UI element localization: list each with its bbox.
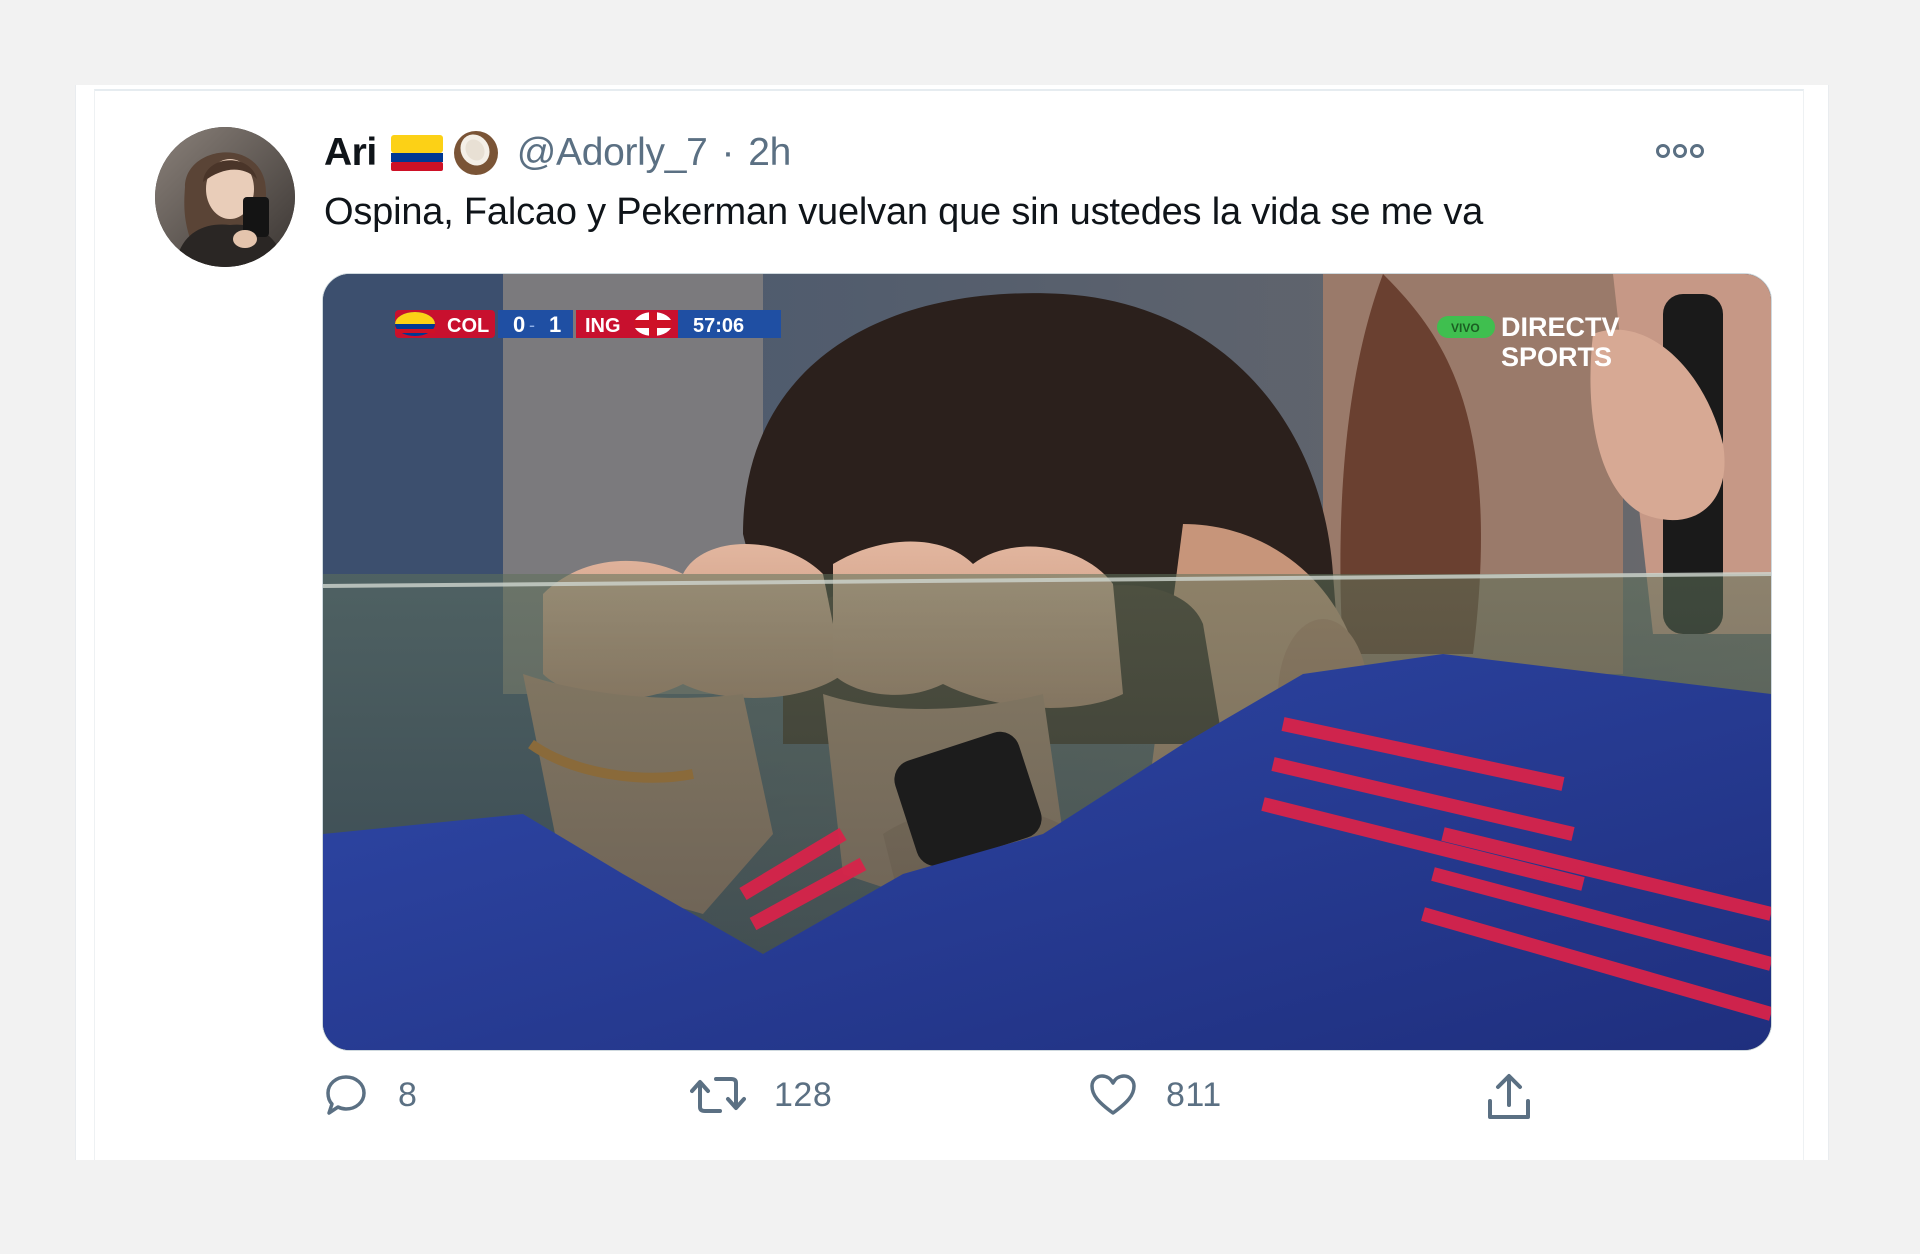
author-handle[interactable]: @Adorly_7 xyxy=(517,131,708,175)
home-team-label: COL xyxy=(447,315,489,337)
broadcaster-line2: SPORTS xyxy=(1501,342,1612,372)
like-count: 811 xyxy=(1166,1075,1222,1114)
retweet-icon xyxy=(690,1071,746,1119)
like-button[interactable]: 811 xyxy=(1088,1071,1222,1119)
tweet-text: Ospina, Falcao y Pekerman vuelvan que si… xyxy=(324,191,1484,233)
away-team-label: ING xyxy=(585,315,621,337)
share-icon xyxy=(1484,1071,1534,1123)
away-score: 1 xyxy=(549,312,561,337)
match-clock: 57:06 xyxy=(693,315,744,337)
more-options-icon[interactable] xyxy=(1655,139,1705,163)
scoreboard: COL 0 - 1 ING 57:06 xyxy=(395,310,781,338)
tweet-header: Ari @Adorly_7 · 2h xyxy=(324,127,791,179)
reply-count: 8 xyxy=(398,1075,418,1114)
tweet-actions: 8 128 811 xyxy=(322,1071,1770,1131)
author-name[interactable]: Ari xyxy=(324,131,377,175)
flag-colombia-icon xyxy=(390,135,443,171)
svg-text:-: - xyxy=(529,315,535,335)
home-score: 0 xyxy=(513,312,525,337)
scoreboard-flag-colombia-icon xyxy=(395,312,435,336)
scoreboard-flag-england-icon xyxy=(634,312,672,336)
tweet-media-image[interactable]: COL 0 - 1 ING 57:06 VIVO DIRECTV SPORTS xyxy=(322,273,1772,1051)
reply-button[interactable]: 8 xyxy=(322,1071,417,1119)
page-frame: Ari @Adorly_7 · 2h Ospina, Falcao y Peke… xyxy=(75,85,1829,1160)
separator-dot: · xyxy=(721,131,735,174)
tweet-time[interactable]: 2h xyxy=(748,131,791,175)
coconut-icon xyxy=(451,128,501,178)
broadcaster-line1: DIRECTV xyxy=(1501,312,1620,342)
share-button[interactable] xyxy=(1484,1071,1534,1123)
avatar[interactable] xyxy=(155,127,295,267)
retweet-count: 128 xyxy=(774,1075,833,1114)
live-badge: VIVO xyxy=(1451,321,1480,335)
heart-icon xyxy=(1088,1071,1138,1119)
retweet-button[interactable]: 128 xyxy=(690,1071,832,1119)
reply-icon xyxy=(322,1071,370,1119)
tweet-card[interactable]: Ari @Adorly_7 · 2h Ospina, Falcao y Peke… xyxy=(94,89,1804,1160)
